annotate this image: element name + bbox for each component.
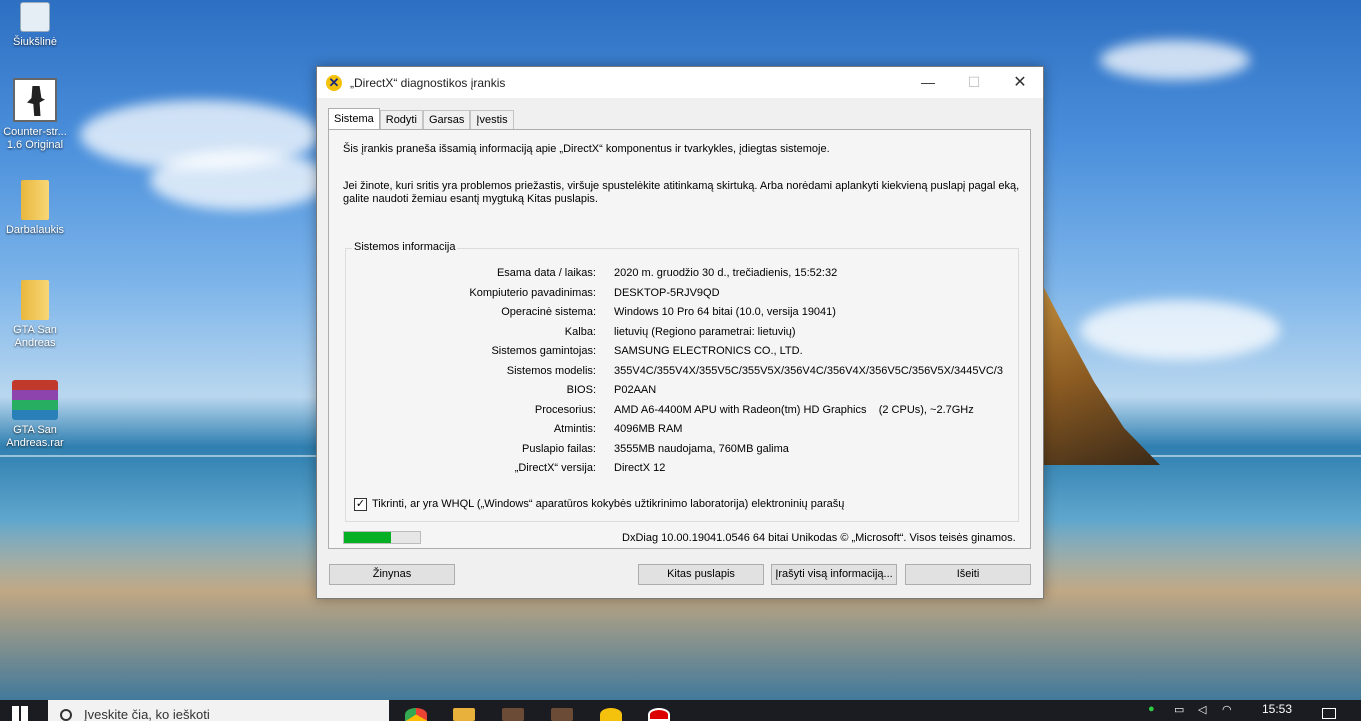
info-row-datetime: Esama data / laikas: 2020 m. gruodžio 30… bbox=[346, 265, 1006, 281]
info-row-language: Kalba: lietuvių (Regiono parametrai: lie… bbox=[346, 324, 1006, 340]
desktop-icon-recycle-bin[interactable]: Šiukšlinė bbox=[0, 2, 70, 49]
whql-label: Tikrinti, ar yra WHQL („Windows“ aparatū… bbox=[372, 498, 845, 510]
info-value: 4096MB RAM bbox=[614, 423, 683, 435]
cloud bbox=[1080, 300, 1280, 360]
recycle-bin-icon bbox=[20, 2, 50, 32]
tab-sistema[interactable]: Sistema bbox=[328, 108, 380, 129]
winrar-archive-icon bbox=[12, 380, 58, 420]
dxdiag-window: ✕ „DirectX“ diagnostikos įrankis — ☐ ✕ S… bbox=[316, 66, 1044, 599]
wifi-icon[interactable]: ◠ bbox=[1222, 703, 1232, 716]
taskbar-search[interactable]: Įveskite čia, ko ieškoti bbox=[48, 700, 389, 721]
info-value: SAMSUNG ELECTRONICS CO., LTD. bbox=[614, 345, 803, 357]
status-text: DxDiag 10.00.19041.0546 64 bitai Unikoda… bbox=[622, 532, 1016, 544]
info-row-processor: Procesorius: AMD A6-4400M APU with Radeo… bbox=[346, 402, 1006, 418]
info-label: Operacinė sistema: bbox=[501, 306, 596, 318]
progress-bar bbox=[343, 531, 421, 544]
desktop-icon-label: Counter-str... 1.6 Original bbox=[3, 126, 67, 151]
info-row-model: Sistemos modelis: 355V4C/355V4X/355V5C/3… bbox=[346, 363, 1006, 379]
maximize-button[interactable]: ☐ bbox=[951, 67, 997, 98]
info-row-os: Operacinė sistema: Windows 10 Pro 64 bit… bbox=[346, 304, 1006, 320]
info-value: AMD A6-4400M APU with Radeon(tm) HD Grap… bbox=[614, 403, 974, 416]
info-label: Sistemos modelis: bbox=[506, 364, 596, 377]
info-label: Sistemos gamintojas: bbox=[491, 345, 596, 357]
info-label: Kompiuterio pavadinimas: bbox=[469, 286, 596, 299]
next-page-button[interactable]: Kitas puslapis bbox=[638, 564, 764, 585]
info-label: Kalba: bbox=[564, 325, 596, 338]
folder-icon bbox=[21, 280, 49, 320]
cloud bbox=[1100, 40, 1250, 80]
volume-icon[interactable]: ◁ bbox=[1198, 703, 1206, 716]
record-icon[interactable] bbox=[648, 708, 670, 721]
start-button[interactable] bbox=[12, 706, 28, 721]
info-label: Atmintis: bbox=[553, 423, 596, 435]
taskbar: Įveskite čia, ko ieškoti ● ▭ ◁ ◠ 15:53 bbox=[0, 700, 1361, 721]
info-value: 355V4C/355V4X/355V5C/355V5X/356V4C/356V4… bbox=[614, 364, 1003, 377]
window-title: „DirectX“ diagnostikos įrankis bbox=[350, 75, 506, 90]
desktop-icon-gta-folder[interactable]: GTA San Andreas bbox=[0, 280, 70, 350]
desktop-icon-gta-rar[interactable]: GTA San Andreas.rar bbox=[0, 380, 70, 450]
info-label: Procesorius: bbox=[534, 403, 596, 416]
intro-text: Šis įrankis praneša išsamią informaciją … bbox=[343, 143, 830, 155]
minimize-button[interactable]: — bbox=[905, 67, 951, 98]
tab-ivestis[interactable]: Įvestis bbox=[470, 110, 514, 129]
title-bar[interactable]: ✕ „DirectX“ diagnostikos įrankis — ☐ ✕ bbox=[317, 67, 1043, 98]
file-explorer-icon[interactable] bbox=[453, 708, 475, 721]
search-placeholder: Įveskite čia, ko ieškoti bbox=[84, 707, 210, 721]
folder-icon bbox=[21, 180, 49, 220]
tab-rodyti[interactable]: Rodyti bbox=[379, 110, 423, 129]
close-button[interactable]: ✕ bbox=[997, 67, 1043, 98]
info-value: P02AAN bbox=[614, 384, 657, 396]
game-app-icon[interactable] bbox=[551, 708, 573, 721]
progress-fill bbox=[344, 532, 392, 543]
info-row-page-file: Puslapio failas: 3555MB naudojama, 760MB… bbox=[346, 441, 1006, 457]
directx-icon: ✕ bbox=[326, 74, 342, 91]
info-row-manufacturer: Sistemos gamintojas: SAMSUNG ELECTRONICS… bbox=[346, 343, 1006, 359]
info-row-bios: BIOS: P02AAN bbox=[346, 382, 1006, 398]
info-value: DirectX 12 bbox=[614, 462, 666, 474]
search-icon bbox=[60, 709, 72, 721]
tab-panel-sistema: Šis įrankis praneša išsamią informaciją … bbox=[328, 129, 1031, 549]
tray-status-icon[interactable]: ● bbox=[1148, 703, 1155, 715]
desktop-icon-label: GTA San Andreas bbox=[13, 324, 57, 349]
desktop-icon-label: Darbalaukis bbox=[5, 224, 65, 236]
intro-text-2: Jei žinote, kuri sritis yra problemos pr… bbox=[343, 180, 1020, 205]
tab-strip: Sistema Rodyti Garsas Įvestis bbox=[328, 108, 514, 129]
desktop-icon-darbalaukis[interactable]: Darbalaukis bbox=[0, 180, 70, 237]
system-info-group: Sistemos informacija Esama data / laikas… bbox=[345, 241, 1019, 522]
info-value: 2020 m. gruodžio 30 d., trečiadienis, 15… bbox=[614, 267, 838, 279]
info-value: DESKTOP-5RJV9QD bbox=[614, 286, 720, 299]
whql-checkbox[interactable]: ✓ bbox=[354, 497, 367, 511]
save-all-info-button[interactable]: Įrašyti visą informaciją... bbox=[771, 564, 897, 585]
info-value: 3555MB naudojama, 760MB galima bbox=[614, 442, 789, 455]
whql-check-row[interactable]: ✓ Tikrinti, ar yra WHQL („Windows“ apara… bbox=[354, 497, 844, 511]
help-button[interactable]: Žinynas bbox=[329, 564, 455, 585]
info-row-directx-version: „DirectX“ versija: DirectX 12 bbox=[346, 460, 1006, 476]
game-app-icon[interactable] bbox=[502, 708, 524, 721]
group-title: Sistemos informacija bbox=[352, 241, 458, 253]
counter-strike-icon bbox=[13, 78, 57, 122]
info-row-memory: Atmintis: 4096MB RAM bbox=[346, 421, 1006, 437]
taskbar-clock[interactable]: 15:53 bbox=[1262, 702, 1292, 716]
tab-garsas[interactable]: Garsas bbox=[422, 110, 471, 129]
notification-icon[interactable] bbox=[1322, 708, 1336, 719]
chrome-icon[interactable] bbox=[405, 708, 427, 721]
exit-button[interactable]: Išeiti bbox=[905, 564, 1031, 585]
info-label: „DirectX“ versija: bbox=[514, 462, 596, 474]
info-label: Puslapio failas: bbox=[522, 442, 596, 455]
info-row-computer-name: Kompiuterio pavadinimas: DESKTOP-5RJV9QD bbox=[346, 285, 1006, 301]
desktop-icon-label: Šiukšlinė bbox=[12, 36, 58, 48]
info-value: Windows 10 Pro 64 bitai (10.0, versija 1… bbox=[614, 306, 836, 318]
info-label: BIOS: bbox=[566, 384, 596, 396]
network-icon[interactable]: ▭ bbox=[1174, 703, 1184, 716]
info-value: lietuvių (Regiono parametrai: lietuvių) bbox=[614, 325, 796, 338]
desktop-icon-counter-strike[interactable]: Counter-str... 1.6 Original bbox=[0, 78, 70, 152]
desktop-icon-label: GTA San Andreas.rar bbox=[6, 424, 64, 449]
directx-taskbar-icon[interactable] bbox=[600, 708, 622, 721]
cloud bbox=[150, 150, 330, 210]
info-label: Esama data / laikas: bbox=[496, 267, 596, 279]
